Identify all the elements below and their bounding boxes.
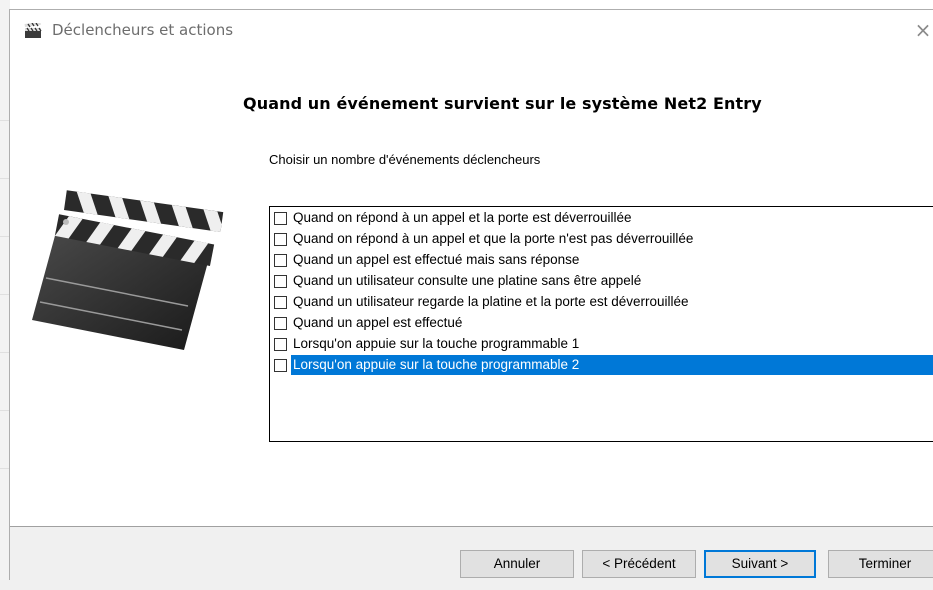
- trigger-checkbox[interactable]: [274, 274, 287, 288]
- trigger-item[interactable]: Lorsqu'on appuie sur la touche programma…: [274, 334, 582, 354]
- trigger-label: Quand on répond à un appel et que la por…: [293, 231, 694, 246]
- trigger-label: Quand un appel est effectué mais sans ré…: [293, 252, 580, 267]
- trigger-list[interactable]: Quand on répond à un appel et la porte e…: [269, 206, 933, 442]
- cancel-button[interactable]: Annuler: [460, 550, 574, 578]
- trigger-label: Lorsqu'on appuie sur la touche programma…: [293, 336, 580, 351]
- trigger-item[interactable]: Quand on répond à un appel et la porte e…: [274, 208, 635, 228]
- trigger-item[interactable]: Quand un appel est effectué mais sans ré…: [274, 250, 582, 270]
- wizard-dialog: Déclencheurs et actions × Quand un événe…: [9, 9, 933, 582]
- previous-button[interactable]: < Précédent: [582, 550, 696, 578]
- trigger-label: Lorsqu'on appuie sur la touche programma…: [291, 355, 933, 375]
- title-bar[interactable]: Déclencheurs et actions ×: [10, 10, 933, 50]
- trigger-label: Quand un utilisateur regarde la platine …: [293, 294, 689, 309]
- window-title: Déclencheurs et actions: [52, 21, 234, 39]
- trigger-item-selected[interactable]: Lorsqu'on appuie sur la touche programma…: [274, 355, 933, 375]
- clapperboard-icon: [24, 23, 42, 38]
- trigger-label: Quand un utilisateur consulte une platin…: [293, 273, 642, 288]
- trigger-checkbox[interactable]: [274, 232, 287, 246]
- trigger-checkbox[interactable]: [274, 358, 287, 372]
- button-bar: Annuler < Précédent Suivant > Terminer: [10, 526, 933, 582]
- trigger-checkbox[interactable]: [274, 337, 287, 351]
- page-subheading: Choisir un nombre d'événements déclenche…: [269, 152, 541, 167]
- trigger-item[interactable]: Quand un utilisateur consulte une platin…: [274, 271, 644, 291]
- finish-button[interactable]: Terminer: [828, 550, 933, 578]
- next-button[interactable]: Suivant >: [704, 550, 816, 578]
- trigger-checkbox[interactable]: [274, 316, 287, 330]
- close-icon[interactable]: ×: [908, 19, 933, 43]
- trigger-checkbox[interactable]: [274, 211, 287, 225]
- trigger-item[interactable]: Quand on répond à un appel et que la por…: [274, 229, 696, 249]
- trigger-label: Quand on répond à un appel et la porte e…: [293, 210, 632, 225]
- trigger-label: Quand un appel est effectué: [293, 315, 463, 330]
- trigger-checkbox[interactable]: [274, 253, 287, 267]
- clapperboard-icon: [32, 190, 224, 350]
- trigger-item[interactable]: Quand un utilisateur regarde la platine …: [274, 292, 692, 312]
- trigger-checkbox[interactable]: [274, 295, 287, 309]
- trigger-item[interactable]: Quand un appel est effectué: [274, 313, 465, 333]
- page-heading: Quand un événement survient sur le systè…: [243, 94, 762, 113]
